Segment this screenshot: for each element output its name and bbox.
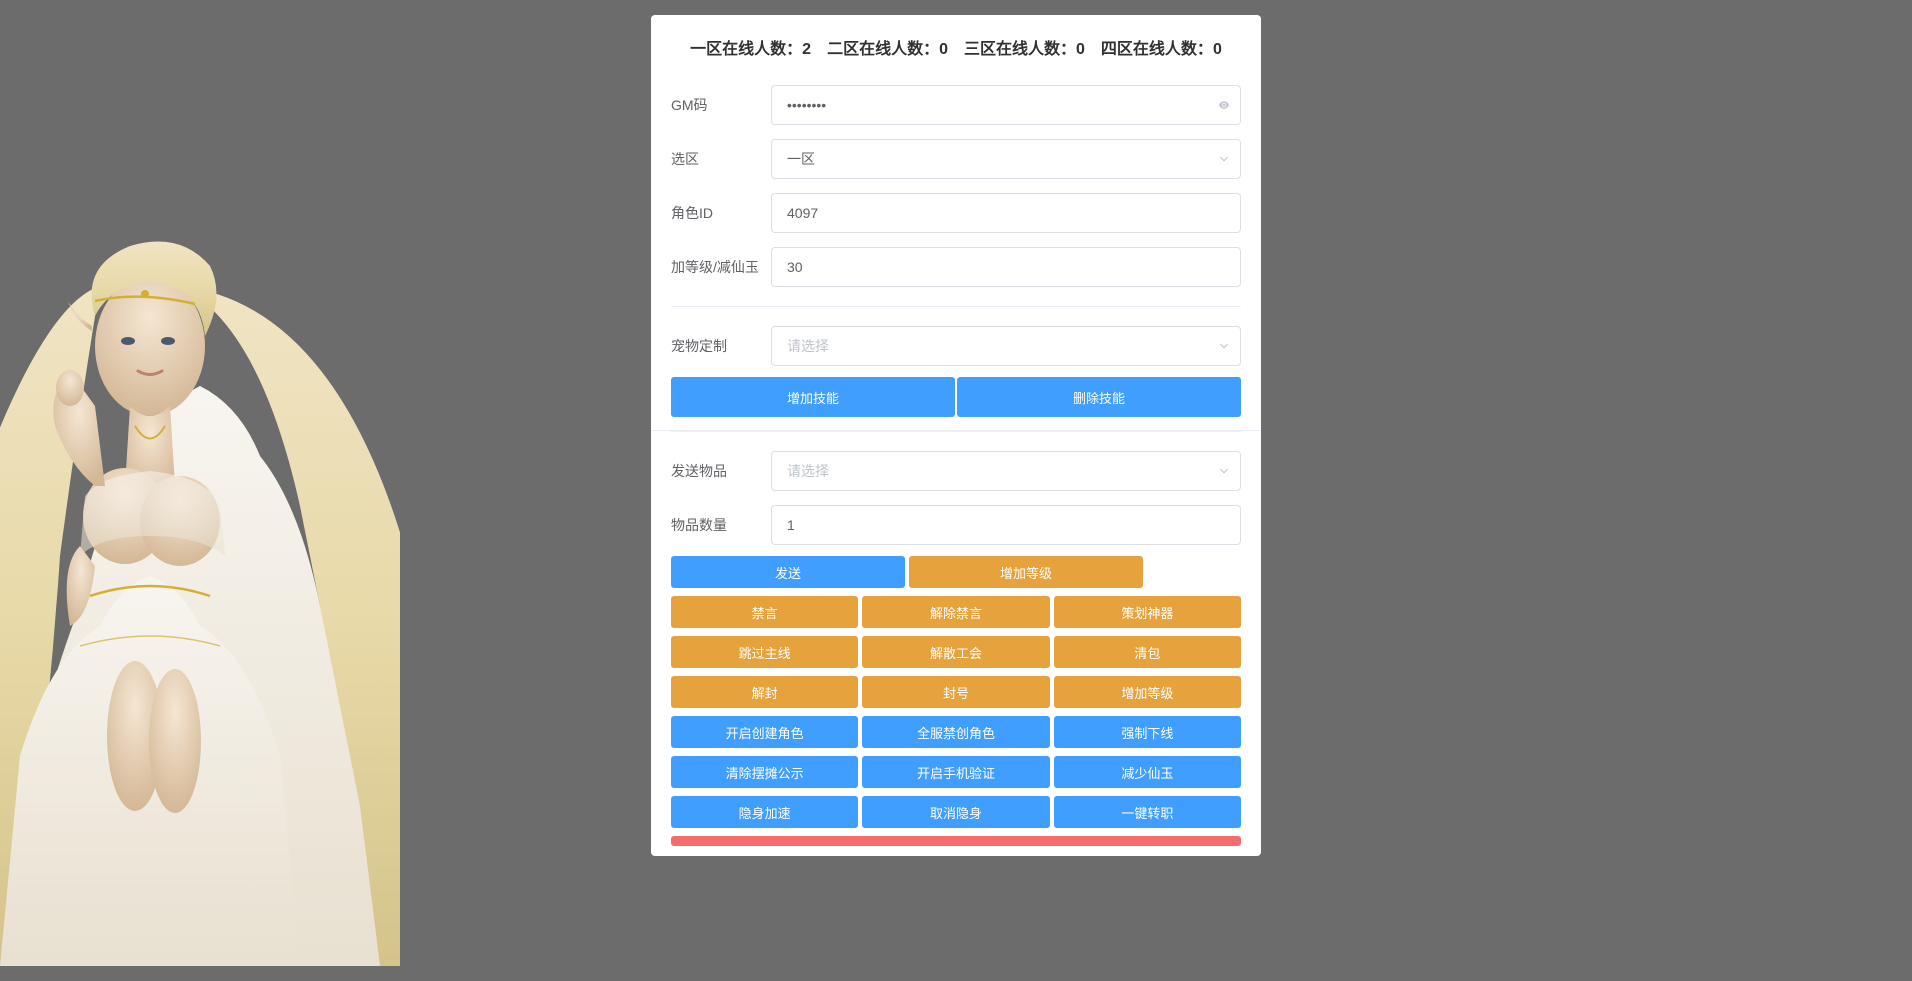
skip-main-button[interactable]: 跳过主线 — [671, 636, 858, 668]
divider — [671, 431, 1241, 432]
clear-bag-button[interactable]: 清包 — [1054, 636, 1241, 668]
cancel-stealth-button[interactable]: 取消隐身 — [862, 796, 1049, 828]
clear-stall-button[interactable]: 清除摆摊公示 — [671, 756, 858, 788]
seal-button[interactable]: 封号 — [862, 676, 1049, 708]
plan-artifact-button[interactable]: 策划神器 — [1054, 596, 1241, 628]
unmute-button[interactable]: 解除禁言 — [862, 596, 1049, 628]
send-button[interactable]: 发送 — [671, 556, 905, 588]
send-item-label: 发送物品 — [671, 461, 771, 481]
level-jade-input[interactable] — [771, 247, 1241, 287]
zone-select[interactable]: 一区 — [771, 139, 1241, 179]
level-jade-label: 加等级/减仙玉 — [671, 257, 771, 277]
delete-skill-button[interactable]: 删除技能 — [957, 377, 1241, 417]
stealth-speed-button[interactable]: 隐身加速 — [671, 796, 858, 828]
role-id-label: 角色ID — [671, 203, 771, 223]
reduce-jade-button[interactable]: 减少仙玉 — [1054, 756, 1241, 788]
gm-code-label: GM码 — [671, 95, 771, 115]
role-id-input[interactable] — [771, 193, 1241, 233]
pet-custom-label: 宠物定制 — [671, 336, 771, 356]
gm-code-input[interactable] — [771, 85, 1241, 125]
mute-button[interactable]: 禁言 — [671, 596, 858, 628]
online-stats-header: 一区在线人数：2 二区在线人数：0 三区在线人数：0 四区在线人数：0 — [651, 35, 1261, 59]
zone1-stat: 一区在线人数：2 — [690, 35, 811, 59]
admin-panel: 一区在线人数：2 二区在线人数：0 三区在线人数：0 四区在线人数：0 GM码 … — [651, 15, 1261, 856]
add-skill-button[interactable]: 增加技能 — [671, 377, 955, 417]
danger-row-button[interactable] — [671, 836, 1241, 846]
zone3-stat: 三区在线人数：0 — [964, 35, 1085, 59]
enable-phone-button[interactable]: 开启手机验证 — [862, 756, 1049, 788]
zone2-stat: 二区在线人数：0 — [827, 35, 948, 59]
add-level-button[interactable]: 增加等级 — [1054, 676, 1241, 708]
zone-label: 选区 — [671, 149, 771, 169]
forbid-create-button[interactable]: 全服禁创角色 — [862, 716, 1049, 748]
add-level-top-button[interactable]: 增加等级 — [909, 556, 1143, 588]
enable-create-button[interactable]: 开启创建角色 — [671, 716, 858, 748]
item-qty-input[interactable] — [771, 505, 1241, 545]
divider — [671, 306, 1241, 307]
background-illustration — [0, 206, 400, 966]
item-qty-label: 物品数量 — [671, 515, 771, 535]
pet-custom-select[interactable]: 请选择 — [771, 326, 1241, 366]
zone4-stat: 四区在线人数：0 — [1101, 35, 1222, 59]
force-offline-button[interactable]: 强制下线 — [1054, 716, 1241, 748]
dissolve-guild-button[interactable]: 解散工会 — [862, 636, 1049, 668]
unseal-button[interactable]: 解封 — [671, 676, 858, 708]
send-item-select[interactable]: 请选择 — [771, 451, 1241, 491]
one-click-job-button[interactable]: 一键转职 — [1054, 796, 1241, 828]
